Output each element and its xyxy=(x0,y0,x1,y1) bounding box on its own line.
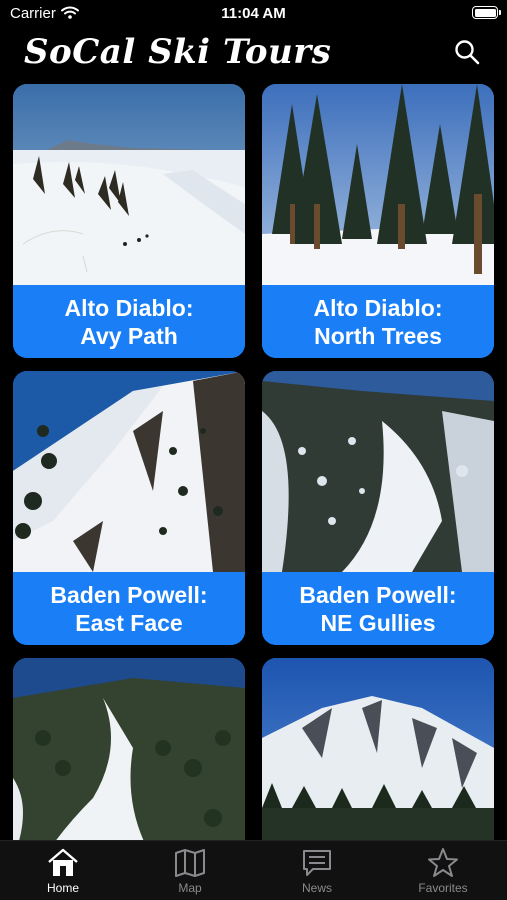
tab-label: News xyxy=(301,881,332,895)
app-title: SoCal Ski Tours xyxy=(24,32,332,72)
tour-card[interactable] xyxy=(262,658,494,840)
tour-photo xyxy=(13,658,245,840)
tab-favorites[interactable]: Favorites xyxy=(403,847,483,895)
tour-card[interactable]: Baden Powell: NE Gullies xyxy=(262,371,494,645)
tour-photo xyxy=(262,84,494,285)
tab-label: Home xyxy=(46,881,79,895)
tab-news[interactable]: News xyxy=(277,847,357,895)
tour-area: Baden Powell: xyxy=(299,581,457,608)
tour-card[interactable]: Alto Diablo: North Trees xyxy=(262,84,494,358)
tour-label: Alto Diablo: Avy Path xyxy=(13,285,245,358)
tour-card[interactable]: Baden Powell: East Face xyxy=(13,371,245,645)
tour-name: East Face xyxy=(75,609,183,636)
tour-card[interactable] xyxy=(13,658,245,840)
tour-grid[interactable]: Alto Diablo: Avy Path Alto Diablo: North… xyxy=(0,84,507,840)
tour-name: Avy Path xyxy=(80,322,178,349)
status-bar: Carrier 11:04 AM xyxy=(0,0,507,30)
tour-name: North Trees xyxy=(314,322,442,349)
tab-label: Favorites xyxy=(418,881,468,895)
tab-home[interactable]: Home xyxy=(23,847,103,895)
news-icon xyxy=(303,850,331,876)
tab-label: Map xyxy=(178,881,202,895)
app-header: SoCal Ski Tours xyxy=(0,30,507,78)
tour-area: Baden Powell: xyxy=(50,581,208,608)
home-icon xyxy=(48,848,78,876)
tour-label: Baden Powell: East Face xyxy=(13,572,245,645)
tour-area: Alto Diablo: xyxy=(313,294,443,321)
battery-icon xyxy=(472,6,501,19)
tab-map[interactable]: Map xyxy=(150,847,230,895)
search-icon[interactable] xyxy=(454,39,480,65)
tour-photo xyxy=(13,84,245,285)
map-icon xyxy=(175,849,205,877)
tab-bar: Home Map News Favorites xyxy=(0,840,507,900)
tour-photo xyxy=(262,371,494,572)
tour-photo xyxy=(262,658,494,840)
tour-card[interactable]: Alto Diablo: Avy Path xyxy=(13,84,245,358)
star-icon xyxy=(428,848,458,877)
tour-photo xyxy=(13,371,245,572)
tour-label: Alto Diablo: North Trees xyxy=(262,285,494,358)
clock: 11:04 AM xyxy=(221,5,286,22)
tour-label: Baden Powell: NE Gullies xyxy=(262,572,494,645)
tour-name: NE Gullies xyxy=(320,609,436,636)
tour-area: Alto Diablo: xyxy=(64,294,194,321)
